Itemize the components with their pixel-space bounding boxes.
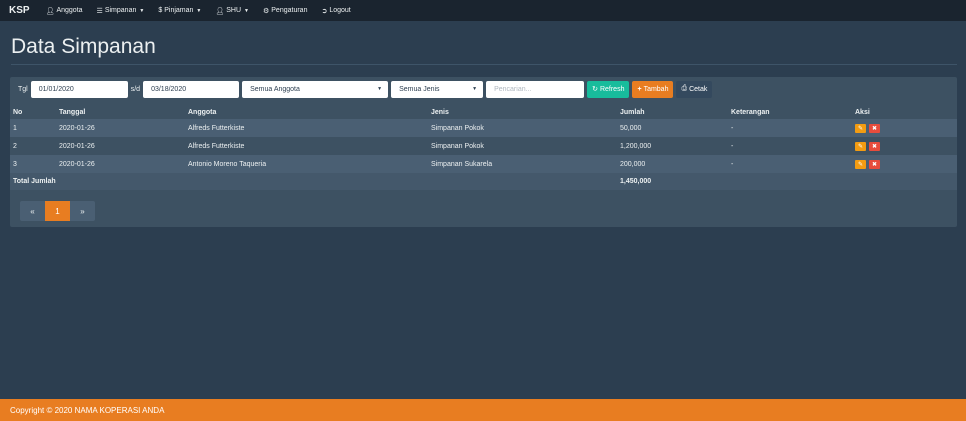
pagination-page-current[interactable]: 1	[45, 201, 70, 221]
tambah-button[interactable]: + Tambah	[632, 80, 674, 98]
nav-label: Anggota	[56, 7, 83, 14]
cell-aksi: ✎ ✖	[855, 119, 880, 137]
cell-aksi: ✎ ✖	[855, 137, 880, 155]
edit-icon[interactable]: ✎	[855, 123, 866, 133]
nav-label: SHU	[226, 7, 242, 14]
title-divider	[11, 64, 957, 65]
col-header-anggota: Anggota	[188, 108, 217, 116]
col-header-aksi: Aksi	[855, 108, 870, 116]
footer: Copyright © 2020 NAMA KOPERASI ANDA	[0, 399, 966, 421]
jenis-select[interactable]: Semua Jenis ▼	[391, 80, 484, 98]
refresh-icon: ↻	[592, 86, 598, 93]
cell-keterangan: -	[731, 160, 734, 168]
cetak-button[interactable]: ⎙ Cetak	[676, 80, 713, 98]
data-panel: Tgl 01/01/2020 s/d 03/18/2020 Semua Angg…	[10, 77, 957, 227]
top-navbar: KSP 👤︎ Anggota ☰ Simpanan ▼ $ Pinjaman ▼…	[0, 0, 966, 21]
caret-down-icon: ▼	[196, 7, 202, 14]
col-header-tanggal: Tanggal	[59, 108, 86, 116]
tgl-label: Tgl	[18, 85, 28, 93]
nav-logout[interactable]: ➲ Logout	[314, 7, 357, 15]
sd-label: s/d	[130, 85, 141, 93]
search-input[interactable]: Pencarian...	[486, 80, 585, 98]
table-row: 1 2020-01-26 Alfreds Futterkiste Simpana…	[10, 119, 957, 137]
cell-tanggal: 2020-01-26	[59, 124, 95, 132]
col-header-jumlah: Jumlah	[620, 108, 645, 116]
cell-no: 3	[13, 160, 17, 168]
filter-bar: Tgl 01/01/2020 s/d 03/18/2020 Semua Angg…	[10, 77, 957, 101]
pagination: « 1 »	[20, 201, 95, 221]
nav-shu[interactable]: 👤︎ SHU ▼	[208, 7, 256, 15]
gear-icon: ⚙	[262, 7, 270, 15]
anggota-select[interactable]: Semua Anggota ▼	[242, 80, 389, 98]
edit-icon[interactable]: ✎	[855, 141, 866, 151]
trash-icon[interactable]: ✖	[869, 159, 880, 169]
caret-down-icon: ▼	[139, 7, 145, 14]
jenis-select-value: Semua Jenis	[399, 85, 440, 93]
nav-pinjaman[interactable]: $ Pinjaman ▼	[151, 7, 208, 14]
trash-icon[interactable]: ✖	[869, 123, 880, 133]
print-icon: ⎙	[681, 85, 688, 92]
cell-jumlah: 1,200,000	[620, 142, 652, 150]
date-to-input[interactable]: 03/18/2020	[143, 80, 240, 98]
cell-aksi: ✎ ✖	[855, 155, 880, 173]
pagination-next[interactable]: »	[70, 201, 95, 221]
caret-down-icon: ▼	[244, 7, 249, 14]
cell-jenis: Simpanan Pokok	[431, 124, 484, 132]
cell-keterangan: -	[731, 142, 734, 150]
user-icon: 👤︎	[215, 7, 225, 15]
cell-tanggal: 2020-01-26	[59, 160, 95, 168]
cell-no: 1	[13, 124, 17, 132]
nav-pengaturan[interactable]: ⚙ Pengaturan	[256, 7, 314, 15]
logout-icon: ➲	[321, 7, 328, 15]
caret-down-icon: ▼	[472, 86, 478, 92]
cell-anggota: Alfreds Futterkiste	[188, 142, 245, 150]
cell-jenis: Simpanan Sukarela	[431, 160, 493, 168]
table-total-row: Total Jumlah 1,450,000	[10, 173, 957, 190]
tambah-label: Tambah	[643, 85, 669, 93]
nav-label: Simpanan	[104, 7, 137, 14]
nav-label: Pengaturan	[271, 7, 308, 14]
simpanan-table: No Tanggal Anggota Jenis Jumlah Keterang…	[10, 105, 957, 190]
edit-icon[interactable]: ✎	[855, 159, 866, 169]
list-icon: ☰	[96, 7, 103, 15]
col-header-no: No	[13, 108, 23, 116]
cell-jumlah: 200,000	[620, 160, 646, 168]
cell-anggota: Alfreds Futterkiste	[188, 124, 245, 132]
nav-label: Logout	[329, 7, 351, 14]
cell-anggota: Antonio Moreno Taqueria	[188, 160, 267, 168]
anggota-select-value: Semua Anggota	[250, 85, 300, 93]
refresh-label: Refresh	[599, 85, 625, 93]
cell-no: 2	[13, 142, 17, 150]
page-title: Data Simpanan	[11, 35, 156, 58]
trash-icon[interactable]: ✖	[869, 141, 880, 151]
nav-label: Pinjaman	[164, 7, 194, 14]
cetak-label: Cetak	[689, 85, 708, 93]
refresh-button[interactable]: ↻ Refresh	[587, 80, 630, 98]
col-header-keterangan: Keterangan	[731, 108, 770, 116]
cell-jenis: Simpanan Pokok	[431, 142, 484, 150]
cell-jumlah: 50,000	[620, 124, 642, 132]
caret-down-icon: ▼	[377, 86, 383, 92]
table-row: 2 2020-01-26 Alfreds Futterkiste Simpana…	[10, 137, 957, 155]
dollar-icon: $	[158, 7, 163, 14]
plus-icon: +	[637, 85, 642, 93]
copyright-text: Copyright © 2020 NAMA KOPERASI ANDA	[10, 405, 165, 415]
user-icon: 👤︎	[45, 7, 55, 15]
total-value: 1,450,000	[620, 178, 652, 185]
nav-anggota[interactable]: 👤︎ Anggota	[39, 7, 90, 15]
total-label: Total Jumlah	[13, 178, 56, 185]
pagination-prev[interactable]: «	[20, 201, 45, 221]
table-row: 3 2020-01-26 Antonio Moreno Taqueria Sim…	[10, 155, 957, 173]
table-header-row: No Tanggal Anggota Jenis Jumlah Keterang…	[10, 105, 957, 119]
cell-tanggal: 2020-01-26	[59, 142, 95, 150]
brand-logo[interactable]: KSP	[0, 5, 39, 16]
date-from-input[interactable]: 01/01/2020	[30, 80, 128, 98]
col-header-jenis: Jenis	[431, 108, 449, 116]
nav-simpanan[interactable]: ☰ Simpanan ▼	[90, 7, 152, 15]
cell-keterangan: -	[731, 124, 734, 132]
